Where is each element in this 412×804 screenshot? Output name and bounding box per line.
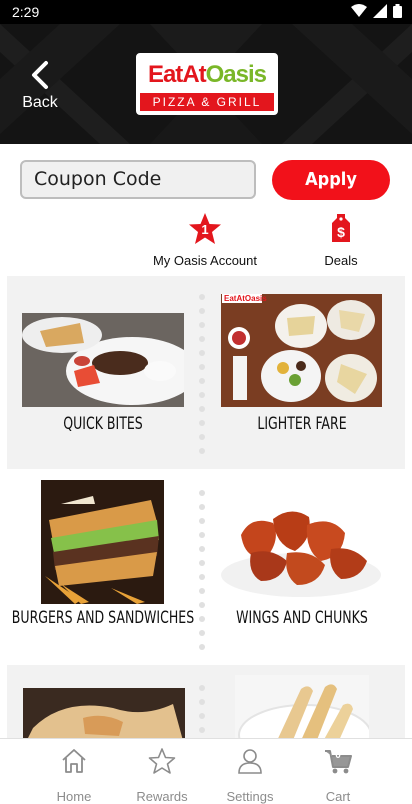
nav-home[interactable]: Home	[34, 747, 114, 804]
lighter-fare-label: LIGHTER FARE	[257, 414, 347, 434]
menu-tile-partial-left[interactable]	[7, 665, 199, 738]
status-bar: 2:29	[0, 0, 412, 24]
my-oasis-account-label: My Oasis Account	[152, 253, 258, 268]
nav-home-label: Home	[56, 789, 92, 804]
wrap-photo	[23, 688, 185, 738]
mini-eat-at-oasis-logo: EatAtOasis	[224, 294, 267, 303]
logo-word-eat: Eat	[147, 61, 183, 88]
logo-wordmark: EatAtOasis	[140, 59, 274, 91]
apply-button[interactable]: Apply	[272, 160, 390, 200]
logo-word-oasis: Oasis	[205, 61, 267, 88]
deals-label: Deals	[324, 253, 358, 268]
home-icon	[62, 749, 86, 773]
quick-bites-photo	[22, 313, 184, 407]
signal-icon	[373, 4, 387, 18]
menu-tile-quick-bites[interactable]: QUICK BITES	[7, 276, 199, 469]
nav-cart[interactable]: 0 Cart	[298, 747, 378, 804]
back-label: Back	[22, 94, 58, 111]
menu-tile-wings-and-chunks[interactable]: WINGS AND CHUNKS	[205, 469, 405, 665]
menu-tile-lighter-fare[interactable]: EatAtOasis LIGHTER FARE	[205, 276, 405, 469]
header-bar: Back EatAtOasis PIZZA & GRILL	[0, 24, 412, 144]
account-badge-number: 1	[201, 222, 209, 237]
wings-and-chunks-label: WINGS AND CHUNKS	[236, 608, 368, 628]
menu-tile-partial-right[interactable]	[205, 665, 405, 738]
menu-tile-burgers-and-sandwiches[interactable]: BURGERS AND SANDWICHES	[7, 469, 199, 665]
burgers-and-sandwiches-label: BURGERS AND SANDWICHES	[11, 608, 195, 628]
status-time: 2:29	[12, 4, 40, 20]
logo-tagline: PIZZA & GRILL	[140, 93, 274, 111]
nav-settings-label: Settings	[226, 789, 274, 804]
user-icon	[238, 749, 262, 774]
breadsticks-photo	[235, 675, 369, 738]
nav-rewards[interactable]: Rewards	[122, 747, 202, 804]
nav-cart-label: Cart	[325, 789, 351, 804]
status-icons	[351, 4, 402, 18]
bottom-navigation: Home Rewards Settings 0 Cart	[0, 738, 412, 804]
deals-dollar-glyph: $	[337, 224, 345, 240]
star-icon	[148, 748, 176, 774]
wifi-icon	[351, 4, 367, 17]
my-oasis-account-link[interactable]: 1 My Oasis Account	[150, 212, 260, 268]
nav-settings[interactable]: Settings	[210, 747, 290, 804]
eat-at-oasis-logo: EatAtOasis PIZZA & GRILL	[136, 53, 278, 115]
deals-link[interactable]: $ Deals	[310, 212, 372, 268]
logo-word-at: At	[182, 61, 206, 88]
quick-bites-label: QUICK BITES	[63, 414, 143, 434]
coupon-code-input[interactable]: Coupon Code	[20, 160, 256, 199]
cart-count-badge: 0	[335, 750, 341, 761]
lighter-fare-photo	[221, 294, 382, 407]
chevron-left-icon	[32, 61, 48, 89]
back-button[interactable]: Back	[14, 60, 66, 116]
wings-and-chunks-photo	[221, 495, 382, 601]
burgers-and-sandwiches-photo	[41, 480, 164, 604]
nav-rewards-label: Rewards	[136, 789, 188, 804]
battery-icon	[393, 4, 402, 18]
